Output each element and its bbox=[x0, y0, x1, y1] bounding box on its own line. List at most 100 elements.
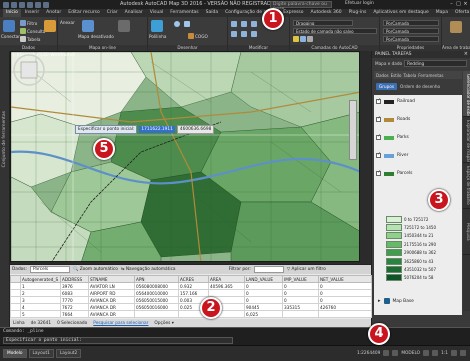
layout-tab[interactable]: Layout1 bbox=[28, 349, 54, 358]
filter-dropdown[interactable] bbox=[253, 266, 284, 273]
table-cell[interactable]: 0 bbox=[318, 282, 372, 290]
ribbon-tab[interactable]: Mapa bbox=[433, 9, 451, 17]
polyline-button[interactable]: Polilinha bbox=[149, 34, 166, 39]
layer-dropdown[interactable]: Dragging bbox=[293, 20, 353, 26]
layout-tab[interactable]: Layout2 bbox=[55, 349, 82, 358]
task-pane-vertical-tab[interactable]: Espaço de trabalho bbox=[463, 163, 470, 209]
task-pane-tool[interactable]: Ferramentas bbox=[418, 73, 443, 78]
search-to-select-link[interactable]: Pesquisar para selecionar bbox=[93, 321, 148, 326]
data-source-dropdown[interactable]: Parcels bbox=[30, 266, 70, 273]
minimize-icon[interactable]: – bbox=[448, 1, 455, 7]
trim-button[interactable] bbox=[251, 21, 257, 27]
draw-order-button[interactable]: Ordem de desenho bbox=[400, 84, 440, 89]
layer-state-dropdown[interactable]: Estado de camada não salvo bbox=[293, 28, 377, 34]
x-coordinate-input[interactable]: 1711622.1911 bbox=[139, 126, 175, 133]
table-row[interactable]: 5 7664 AVIANCA DR 6,025 bbox=[10, 310, 372, 318]
table-cell[interactable]: 0 bbox=[318, 289, 372, 297]
open-icon[interactable] bbox=[19, 1, 25, 8]
attach-button[interactable]: Anexar bbox=[60, 20, 75, 25]
table-cell[interactable]: 426760 bbox=[318, 303, 372, 311]
layer-item[interactable]: Roads bbox=[376, 115, 410, 122]
copy-button[interactable] bbox=[231, 31, 237, 37]
sign-in-link[interactable]: Efetuar login bbox=[345, 1, 374, 6]
redo-icon[interactable] bbox=[43, 1, 49, 8]
table-cell[interactable] bbox=[10, 289, 21, 297]
column-header[interactable]: IMP_VALUE bbox=[282, 275, 319, 283]
cogo-button[interactable]: COGO bbox=[188, 33, 208, 39]
table-cell[interactable] bbox=[10, 310, 21, 318]
table-row[interactable]: 3 7770 AVIANCA DR 056050015000 0.003 0 0 0 bbox=[10, 296, 372, 304]
column-header[interactable]: NET_VALUE bbox=[318, 275, 372, 283]
column-header[interactable]: AREA bbox=[208, 275, 245, 283]
color-dropdown[interactable]: PorCamada bbox=[383, 20, 439, 26]
ribbon-tab[interactable]: Editar recurso bbox=[65, 9, 103, 17]
ribbon-tab[interactable]: Visual bbox=[147, 9, 166, 17]
table-cell[interactable] bbox=[134, 310, 179, 318]
table-cell[interactable] bbox=[318, 310, 372, 318]
task-pane-vertical-tab[interactable]: Pesquisa bbox=[463, 209, 470, 255]
table-row[interactable]: 2 6083 AIRPORT RD 056400010000 157.166 0 0 0 bbox=[10, 289, 372, 297]
map-dropdown[interactable]: Redding bbox=[404, 60, 467, 67]
table-cell[interactable] bbox=[10, 282, 21, 290]
viewcube-icon[interactable] bbox=[11, 52, 47, 88]
toolset-label[interactable]: Conjunto de ferramentas bbox=[2, 111, 7, 167]
polyline-icon[interactable] bbox=[151, 20, 163, 32]
ribbon-tab[interactable]: Ferramentas bbox=[167, 9, 201, 17]
table-cell[interactable]: AVIANCA DR bbox=[88, 303, 135, 311]
table-row[interactable]: 1 3976 AVIATOR LN 056080008000 0.932 40596.36… bbox=[10, 282, 372, 290]
new-icon[interactable] bbox=[11, 1, 17, 8]
table-cell[interactable]: 335315 bbox=[282, 303, 319, 311]
snap-icon[interactable] bbox=[392, 350, 399, 356]
ribbon-tab[interactable]: Plug-ins bbox=[346, 9, 370, 17]
task-pane-vertical-tab[interactable]: Explorador de mapas bbox=[463, 117, 470, 163]
table-cell[interactable]: 7770 bbox=[60, 296, 89, 304]
table-cell[interactable]: 157.166 bbox=[178, 289, 209, 297]
zoom-auto-button[interactable]: 🔍 Zoom automático bbox=[73, 267, 118, 272]
table-cell[interactable]: 056050016000 bbox=[134, 303, 179, 311]
customize-icon[interactable] bbox=[460, 350, 466, 356]
layout-tab[interactable]: Modelo bbox=[3, 349, 27, 358]
stretch-button[interactable] bbox=[251, 31, 257, 37]
table-cell[interactable]: 40596.365 bbox=[208, 282, 245, 290]
table-cell[interactable]: AVIANCA DR bbox=[88, 310, 135, 318]
table-cell[interactable]: 0 bbox=[282, 296, 319, 304]
query-button[interactable]: Consulta bbox=[20, 28, 45, 34]
maximize-icon[interactable]: □ bbox=[455, 1, 462, 7]
ribbon-tab[interactable]: Início bbox=[3, 9, 21, 17]
app-menu-icon[interactable] bbox=[3, 1, 9, 8]
map-canvas[interactable]: [-][Superior][2D Wireframe] Especificar … bbox=[10, 51, 360, 262]
ribbon-tab[interactable]: Aplicativos em destaque bbox=[370, 9, 431, 17]
table-cell[interactable] bbox=[10, 296, 21, 304]
table-button[interactable]: Tabela bbox=[20, 36, 40, 42]
table-cell[interactable]: 7664 bbox=[60, 310, 89, 318]
layer-visibility-checkbox[interactable] bbox=[376, 151, 381, 158]
navigate-auto-button[interactable]: ⇆ Navegação automática bbox=[121, 267, 176, 272]
table-cell[interactable]: 0 bbox=[244, 296, 283, 304]
layer-item[interactable]: River bbox=[376, 151, 408, 158]
table-cell[interactable]: 3 bbox=[20, 296, 61, 304]
paste-icon[interactable] bbox=[450, 21, 462, 33]
attach-icon[interactable] bbox=[44, 20, 56, 32]
column-header[interactable] bbox=[10, 275, 21, 283]
table-cell[interactable]: 3976 bbox=[60, 282, 89, 290]
table-cell[interactable]: 4 bbox=[20, 303, 61, 311]
layer-visibility-checkbox[interactable] bbox=[376, 169, 381, 176]
map-icon[interactable] bbox=[82, 20, 94, 32]
rotate-button[interactable] bbox=[241, 21, 247, 27]
task-pane-tool[interactable]: Tabela bbox=[403, 73, 416, 78]
task-pane-tool[interactable]: Estilo bbox=[391, 73, 402, 78]
table-cell[interactable]: 056050015000 bbox=[134, 296, 179, 304]
filter-button[interactable]: Filtro bbox=[20, 20, 37, 26]
y-coordinate-input[interactable]: 4600636.6698 bbox=[176, 125, 215, 134]
column-header[interactable]: LAND_VALUE bbox=[244, 275, 283, 283]
column-header[interactable]: Autogenerated_S bbox=[20, 275, 61, 283]
table-cell[interactable] bbox=[10, 303, 21, 311]
apply-filter-button[interactable]: ▽ Aplicar um filtro bbox=[287, 267, 326, 272]
ortho-icon[interactable] bbox=[423, 350, 430, 356]
table-row[interactable]: 4 7672 AVIANCA DR 056050016000 0.025 90445 335… bbox=[10, 303, 372, 311]
table-cell[interactable] bbox=[208, 289, 245, 297]
table-cell[interactable] bbox=[282, 310, 319, 318]
close-icon[interactable]: × bbox=[464, 51, 468, 58]
column-header[interactable]: ACRES bbox=[178, 275, 209, 283]
map-disabled-button[interactable]: Mapa desativado bbox=[78, 34, 114, 39]
